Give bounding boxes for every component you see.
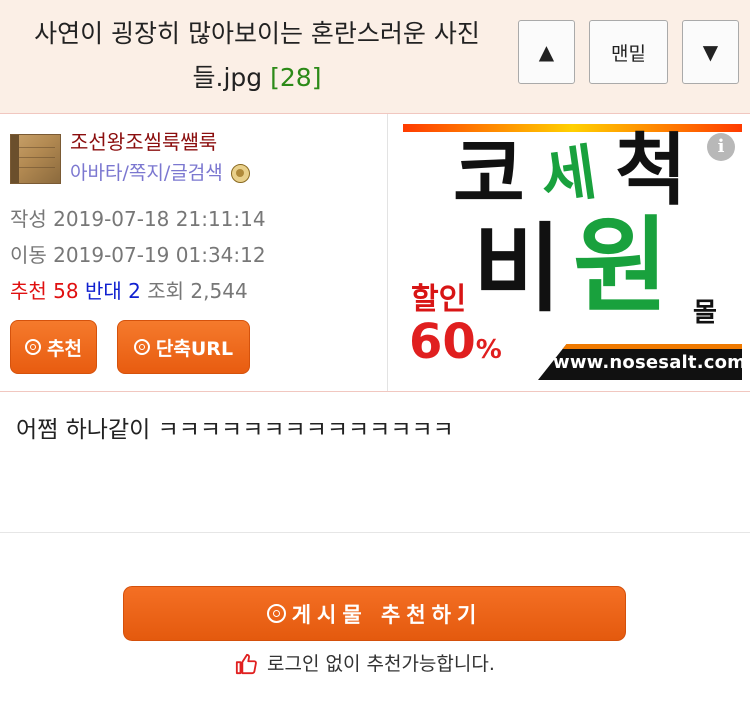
post-header: 사연이 굉장히 많아보이는 혼란스러운 사진 들.jpg [28] ▲ 맨밑 ▼ bbox=[0, 0, 750, 114]
post-recommend-label: 게시물 추천하기 bbox=[291, 602, 483, 627]
ad-word: 척 bbox=[615, 126, 687, 216]
ad-word: 비 bbox=[473, 213, 562, 325]
scroll-bottom-label: 맨밑 bbox=[611, 42, 646, 65]
recommend-label: 추천 bbox=[10, 279, 47, 303]
divider bbox=[0, 532, 750, 533]
advertisement-banner[interactable]: 코 세 척 비 원 할인 60% 몰 www.nosesalt.com i bbox=[403, 124, 742, 380]
oppose-label: 반대 bbox=[84, 279, 122, 303]
ad-word: 코 bbox=[453, 130, 525, 220]
message-link[interactable]: 쪽지 bbox=[129, 159, 164, 187]
moved-label: 이동 bbox=[10, 243, 47, 267]
moved-date: 이동 2019-07-19 01:34:12 bbox=[10, 241, 266, 269]
up-arrow-icon: ▲ bbox=[538, 40, 555, 64]
post-title: 사연이 굉장히 많아보이는 혼란스러운 사진 들.jpg [28] bbox=[12, 12, 502, 100]
recommend-count: 58 bbox=[53, 279, 79, 303]
down-arrow-icon: ▼ bbox=[702, 40, 719, 64]
view-count: 2,544 bbox=[190, 279, 248, 303]
recommend-icon bbox=[25, 339, 42, 355]
recommend-button[interactable]: 추천 bbox=[10, 320, 97, 374]
written-value: 2019-07-18 21:11:14 bbox=[53, 207, 266, 231]
ad-url: www.nosesalt.com bbox=[553, 352, 742, 373]
post-search-link[interactable]: 글검색 bbox=[170, 159, 222, 187]
thumbs-up-icon bbox=[235, 653, 257, 675]
author-info: 조선왕조씰룩쌜룩 아바타 / 쪽지 / 글검색 작성 2019-07-18 21:11:… bbox=[0, 114, 388, 391]
ad-sale-text: 할인 bbox=[411, 282, 467, 317]
post-recommend-button[interactable]: 게시물 추천하기 bbox=[123, 586, 626, 641]
ad-info-icon[interactable]: i bbox=[707, 133, 735, 161]
oppose-count: 2 bbox=[128, 279, 141, 303]
ad-mall-text: 몰 bbox=[693, 298, 717, 328]
written-label: 작성 bbox=[10, 207, 47, 231]
scroll-up-button[interactable]: ▲ bbox=[518, 20, 575, 84]
short-url-button[interactable]: 단축URL bbox=[117, 320, 250, 374]
author-nickname[interactable]: 조선왕조씰룩쌜룩 bbox=[70, 128, 217, 156]
link-icon bbox=[133, 339, 150, 355]
comment-count[interactable]: [28] bbox=[270, 63, 321, 92]
stats-row: 추천 58 반대 2 조회 2,544 bbox=[10, 277, 248, 305]
login-note-text: 로그인 없이 추천가능합니다. bbox=[267, 653, 495, 675]
login-note: 로그인 없이 추천가능합니다. bbox=[235, 650, 495, 678]
moved-value: 2019-07-19 01:34:12 bbox=[53, 243, 266, 267]
ad-percent: 60% bbox=[409, 314, 502, 378]
recommend-icon bbox=[266, 604, 286, 623]
written-date: 작성 2019-07-18 21:11:14 bbox=[10, 205, 266, 233]
ad-word: 원 bbox=[573, 205, 669, 327]
ad-percent-sign: % bbox=[475, 335, 502, 365]
recommend-button-label: 추천 bbox=[47, 337, 82, 360]
post-body: 어쩜 하나같이 ㅋㅋㅋㅋㅋㅋㅋㅋㅋㅋㅋㅋㅋㅋ bbox=[16, 417, 454, 443]
level-badge-icon bbox=[230, 163, 250, 183]
scroll-bottom-button[interactable]: 맨밑 bbox=[589, 20, 668, 84]
ad-percent-value: 60 bbox=[409, 314, 476, 370]
short-url-label: 단축URL bbox=[155, 337, 234, 360]
view-label: 조회 bbox=[147, 279, 185, 303]
post-info-block: 조선왕조씰룩쌜룩 아바타 / 쪽지 / 글검색 작성 2019-07-18 21:11:… bbox=[0, 114, 750, 392]
author-links: 아바타 / 쪽지 / 글검색 bbox=[70, 159, 250, 187]
avatar-link[interactable]: 아바타 bbox=[70, 159, 122, 187]
scroll-down-button[interactable]: ▼ bbox=[682, 20, 739, 84]
title-line2: 들.jpg bbox=[192, 63, 263, 92]
avatar[interactable] bbox=[10, 134, 61, 184]
title-line1: 사연이 굉장히 많아보이는 혼란스러운 사진 bbox=[34, 19, 480, 48]
